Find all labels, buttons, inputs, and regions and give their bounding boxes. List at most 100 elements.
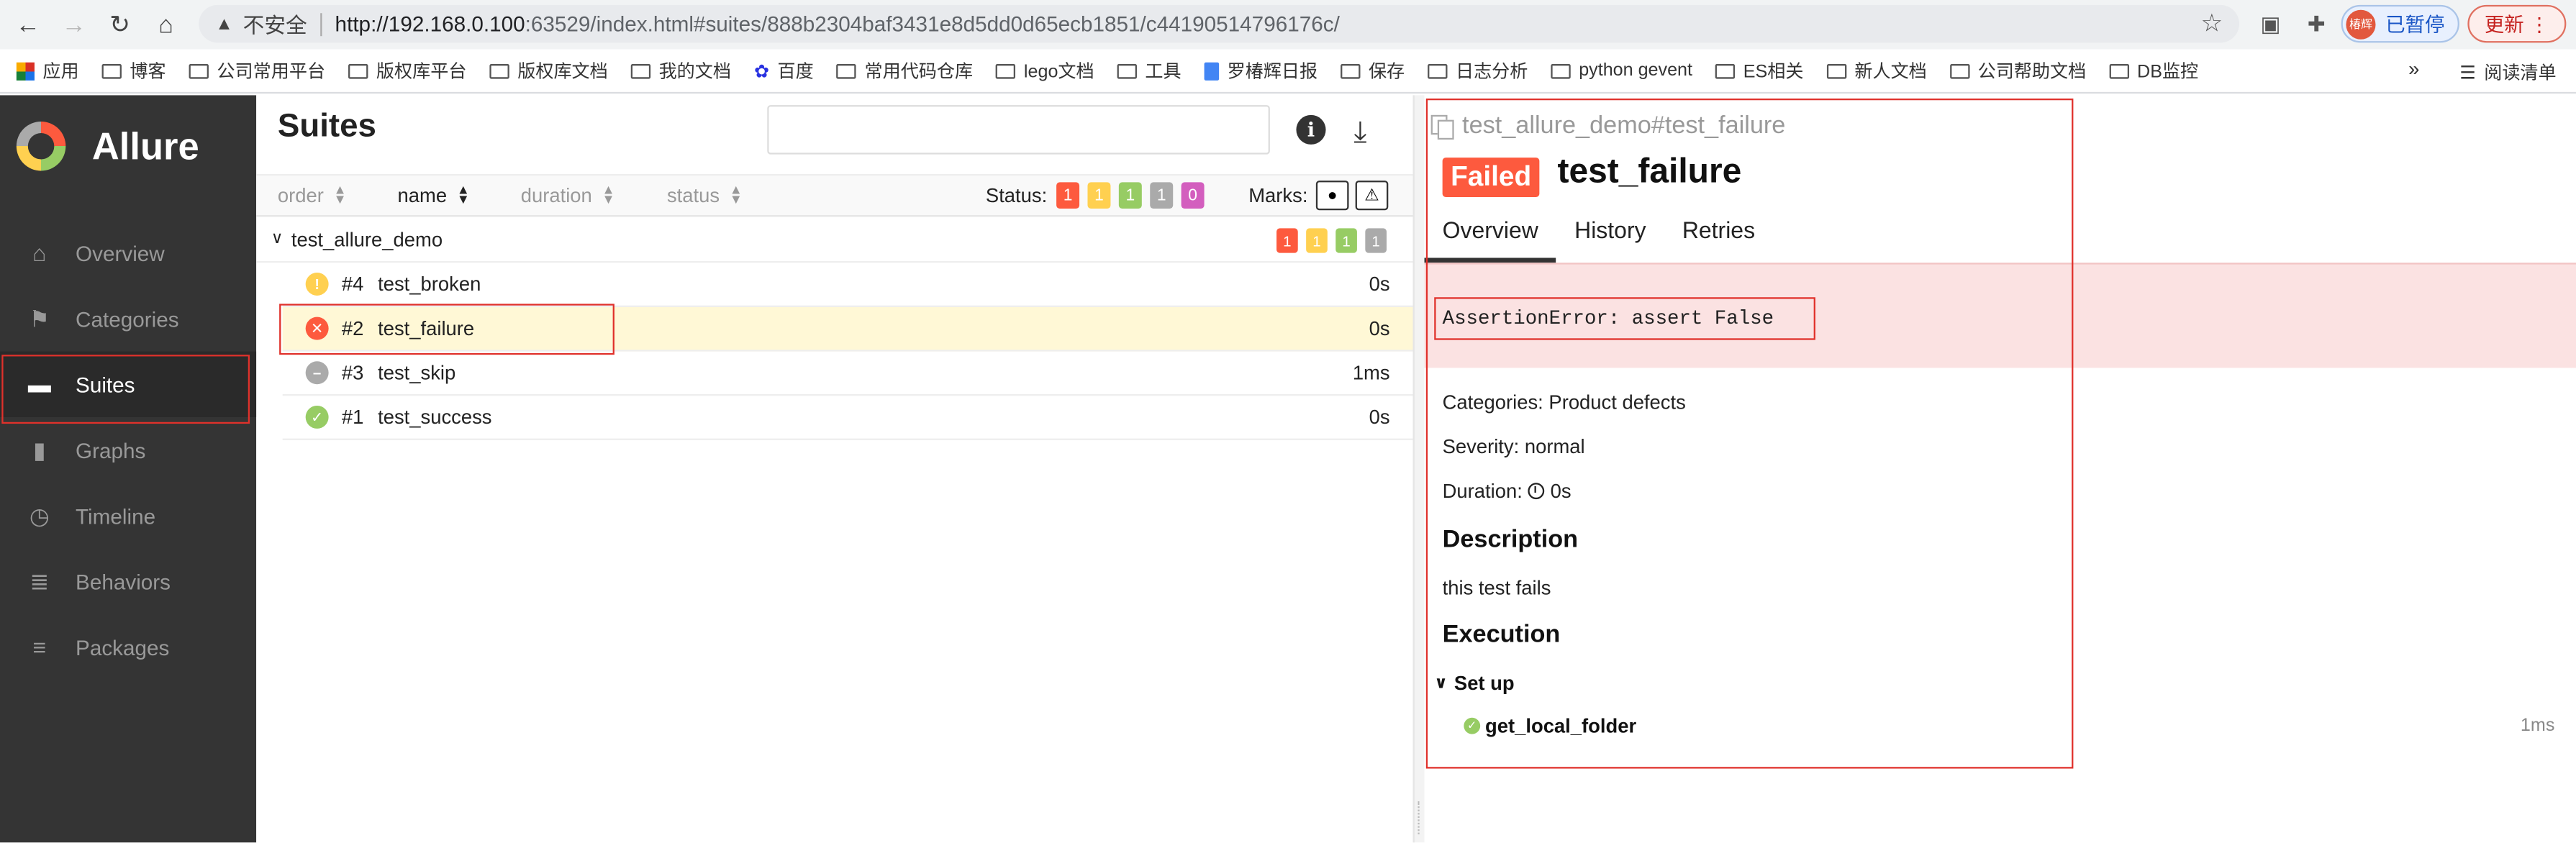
- sidebar-item-suites[interactable]: ▬ Suites: [0, 351, 257, 417]
- forward-icon[interactable]: →: [51, 1, 97, 47]
- update-button[interactable]: 更新 ⋮: [2467, 4, 2567, 43]
- home-icon[interactable]: ⌂: [143, 1, 189, 47]
- tab-retries[interactable]: Retries: [1664, 217, 1774, 263]
- reading-list-button[interactable]: ☰ 阅读清单: [2459, 59, 2556, 86]
- sort-order[interactable]: order ▲ ▼: [278, 182, 347, 207]
- doc-icon: [1204, 61, 1220, 80]
- drag-handle[interactable]: [1418, 801, 1421, 834]
- test-row[interactable]: – #3 test_skip 1ms: [282, 352, 1413, 396]
- baidu-icon: ✿: [753, 61, 770, 82]
- sidebar-item-graphs[interactable]: ▮ Graphs: [0, 417, 256, 483]
- bookmark-item[interactable]: 博客: [101, 58, 166, 84]
- tab-overview[interactable]: Overview: [1424, 217, 1557, 263]
- reading-list-label: 阅读清单: [2484, 64, 2557, 84]
- chevron-down-icon: ∨: [271, 229, 284, 248]
- warning-mark-icon[interactable]: ⚠: [1355, 181, 1389, 211]
- sort-status[interactable]: status ▲ ▼: [666, 182, 743, 207]
- bookmark-item[interactable]: 日志分析: [1428, 58, 1528, 84]
- info-icon[interactable]: i: [1296, 114, 1326, 145]
- address-bar[interactable]: ▲ 不安全 http://192.168.0.100:63529/index.h…: [199, 4, 2240, 43]
- sidebar-item-label: Graphs: [76, 437, 146, 462]
- sidebar-item-overview[interactable]: ⌂ Overview: [0, 220, 256, 286]
- status-filter-passed[interactable]: 1: [1118, 182, 1142, 209]
- detail-tabs: Overview History Retries: [1424, 217, 2576, 263]
- bookmark-item[interactable]: 新人文档: [1826, 58, 1927, 84]
- bookmark-item[interactable]: 保存: [1341, 58, 1405, 84]
- status-filter-skipped[interactable]: 1: [1150, 182, 1174, 209]
- suite-group-name: test_allure_demo: [291, 227, 443, 251]
- bookmark-item[interactable]: python gevent: [1551, 60, 1692, 81]
- sort-label: duration: [520, 183, 592, 207]
- test-row[interactable]: ! #4 test_broken 0s: [282, 263, 1413, 307]
- more-bookmarks-button[interactable]: »: [2408, 58, 2419, 81]
- bookmark-apps[interactable]: 应用: [16, 58, 79, 84]
- bookmark-item[interactable]: 工具: [1117, 58, 1182, 84]
- count-badge: 1: [1365, 228, 1387, 253]
- flaky-mark-icon[interactable]: ●: [1315, 181, 1349, 211]
- reload-icon[interactable]: ↻: [97, 1, 143, 47]
- brand[interactable]: Allure: [0, 95, 256, 197]
- extension-icon[interactable]: ▣: [2254, 8, 2287, 41]
- test-duration: 0s: [1369, 316, 1390, 340]
- list-icon: ≣: [30, 567, 50, 594]
- setup-step[interactable]: ✓ get_local_folder: [1464, 714, 1636, 737]
- bookmark-item[interactable]: ✿ 百度: [754, 58, 814, 84]
- url-path: :63529/index.html#suites/888b2304baf3431…: [525, 11, 1340, 37]
- bookmark-label: 公司帮助文档: [1977, 62, 2087, 83]
- test-row[interactable]: ✓ #1 test_success 0s: [282, 396, 1413, 440]
- setup-section[interactable]: ∨ Set up: [1434, 672, 1514, 695]
- sidebar-item-categories[interactable]: ⚑ Categories: [0, 286, 256, 351]
- status-filter-broken[interactable]: 1: [1087, 182, 1111, 209]
- download-icon[interactable]: ⤓: [1344, 114, 1377, 148]
- sort-name[interactable]: name ▲ ▼: [398, 183, 470, 207]
- copy-icon[interactable]: [1430, 114, 1454, 139]
- bookmark-star-icon[interactable]: ☆: [2200, 8, 2223, 38]
- duration-row: Duration: 0s: [1443, 480, 1572, 503]
- sort-label: status: [666, 183, 720, 207]
- tab-history[interactable]: History: [1556, 217, 1664, 263]
- bookmark-item[interactable]: 公司常用平台: [189, 58, 325, 84]
- sidebar-item-timeline[interactable]: ◷ Timeline: [0, 483, 256, 548]
- bookmark-item[interactable]: 罗椿辉日报: [1204, 58, 1318, 84]
- profile-paused-button[interactable]: 椿辉 已暂停: [2341, 4, 2459, 43]
- bookmark-label: 博客: [130, 62, 166, 83]
- sidebar-item-label: Categories: [76, 306, 179, 332]
- bookmark-label: lego文档: [1023, 62, 1094, 83]
- bookmark-item[interactable]: 版权库文档: [489, 58, 608, 84]
- description-text: this test fails: [1442, 576, 1551, 600]
- sort-bar: order ▲ ▼ name ▲ ▼ duration ▲ ▼ status ▲ ▼ Statu…: [256, 174, 1413, 217]
- bookmark-item[interactable]: 版权库平台: [348, 58, 466, 84]
- search-input[interactable]: [767, 105, 1270, 155]
- sidebar-item-behaviors[interactable]: ≣ Behaviors: [0, 549, 256, 614]
- folder-icon: [489, 63, 509, 78]
- briefcase-icon: ▬: [27, 371, 51, 398]
- warning-icon: ▲: [215, 14, 233, 34]
- pause-label: 已暂停: [2385, 13, 2445, 37]
- pane-splitter[interactable]: [1412, 95, 1425, 843]
- sidebar-item-packages[interactable]: ≡ Packages: [0, 614, 256, 680]
- bookmark-item[interactable]: DB监控: [2109, 58, 2198, 84]
- test-duration: 0s: [1369, 405, 1390, 429]
- back-icon[interactable]: ←: [5, 1, 51, 47]
- puzzle-icon[interactable]: ✚: [2300, 8, 2333, 41]
- test-row-selected[interactable]: ✕ #2 test_failure 0s: [282, 306, 1413, 352]
- suite-group[interactable]: ∨ test_allure_demo 1 1 1 1: [256, 217, 1413, 263]
- bookmark-item[interactable]: lego文档: [996, 58, 1094, 84]
- bookmark-item[interactable]: 常用代码仓库: [836, 58, 973, 84]
- bookmark-label: 新人文档: [1854, 62, 1927, 83]
- sort-icon: ▲ ▼: [333, 182, 347, 207]
- sort-icon: ▲ ▼: [729, 182, 743, 207]
- bookmark-item[interactable]: 我的文档: [630, 58, 731, 84]
- breadcrumb[interactable]: test_allure_demo#test_failure: [1430, 111, 1785, 140]
- bookmark-item[interactable]: ES相关: [1715, 58, 1804, 84]
- security-label: 不安全: [242, 13, 307, 38]
- status-filter-failed[interactable]: 1: [1056, 182, 1080, 209]
- folder-icon: [101, 63, 122, 78]
- sort-duration[interactable]: duration ▲ ▼: [520, 183, 615, 207]
- meta-label: Duration:: [1442, 479, 1523, 503]
- test-detail-pane: test_allure_demo#test_failure Failed tes…: [1424, 95, 2576, 843]
- bookmark-item[interactable]: 公司帮助文档: [1949, 58, 2087, 84]
- browser-window: ← → ↻ ⌂ ▲ 不安全 http://192.168.0.100:63529…: [0, 0, 2576, 843]
- status-filter-unknown[interactable]: 0: [1181, 182, 1205, 209]
- error-message[interactable]: AssertionError: assert False: [1434, 297, 1815, 340]
